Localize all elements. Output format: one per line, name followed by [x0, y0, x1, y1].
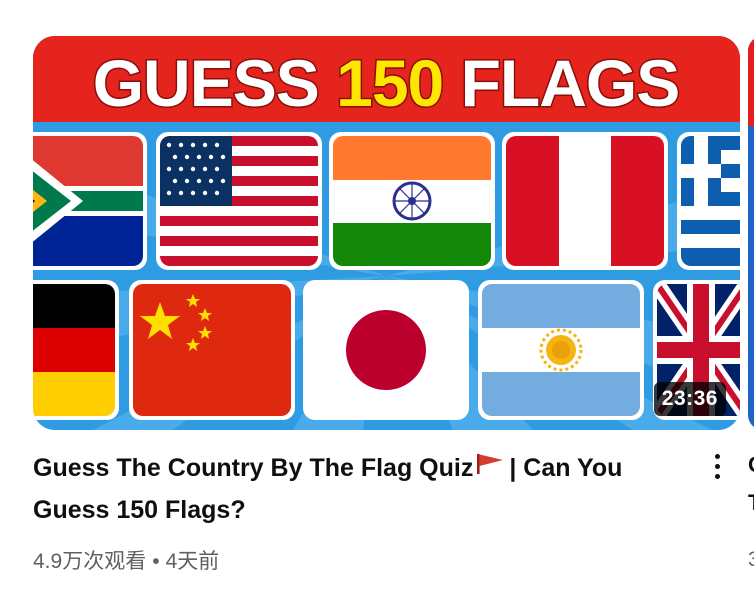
- next-video-thumbnail[interactable]: [748, 36, 754, 430]
- flag-india: [333, 136, 491, 266]
- next-video-title-fragment-2[interactable]: T: [748, 490, 754, 516]
- flag-japan: [307, 284, 465, 416]
- flag-usa: [160, 136, 318, 266]
- next-video-title-fragment-1[interactable]: G: [748, 452, 754, 478]
- flag-argentina: [482, 284, 640, 416]
- video-title[interactable]: Guess The Country By The Flag Quiz | Can …: [33, 448, 673, 530]
- duration-badge: 23:36: [653, 382, 726, 416]
- more-options-icon[interactable]: [700, 448, 734, 484]
- thumb-text-guess: GUESS: [93, 46, 319, 120]
- upload-age: 4天前: [165, 550, 220, 573]
- flag-greece: [681, 136, 740, 266]
- thumb-text-flags: FLAGS: [461, 46, 680, 120]
- video-title-part2: | Can You: [509, 454, 623, 483]
- video-title-line2: Guess 150 Flags?: [33, 496, 246, 524]
- thumb-text-number: 150: [336, 46, 443, 120]
- video-card[interactable]: GUESS 150 FLAGS 23:36 Guess The Country …: [0, 0, 754, 600]
- meta-separator: •: [152, 550, 160, 573]
- video-metadata: 4.9万次观看 • 4天前: [33, 545, 219, 575]
- next-video-meta-fragment: 3: [748, 548, 754, 571]
- video-thumbnail[interactable]: GUESS 150 FLAGS 23:36: [33, 36, 740, 430]
- next-thumbnail-banner: [748, 36, 754, 126]
- view-count: 4.9万次观看: [33, 550, 147, 573]
- flag-germany: [33, 284, 115, 416]
- red-flag-icon: [475, 448, 505, 487]
- thumbnail-image: GUESS 150 FLAGS: [33, 36, 740, 430]
- flag-south-africa: [33, 136, 143, 266]
- flag-china: [133, 284, 291, 416]
- svg-text:GUESS 150 FLAG: GUESS 150 FLAGS: [93, 46, 680, 120]
- video-title-part1: Guess The Country By The Flag Quiz: [33, 454, 474, 483]
- flag-peru: [506, 136, 664, 266]
